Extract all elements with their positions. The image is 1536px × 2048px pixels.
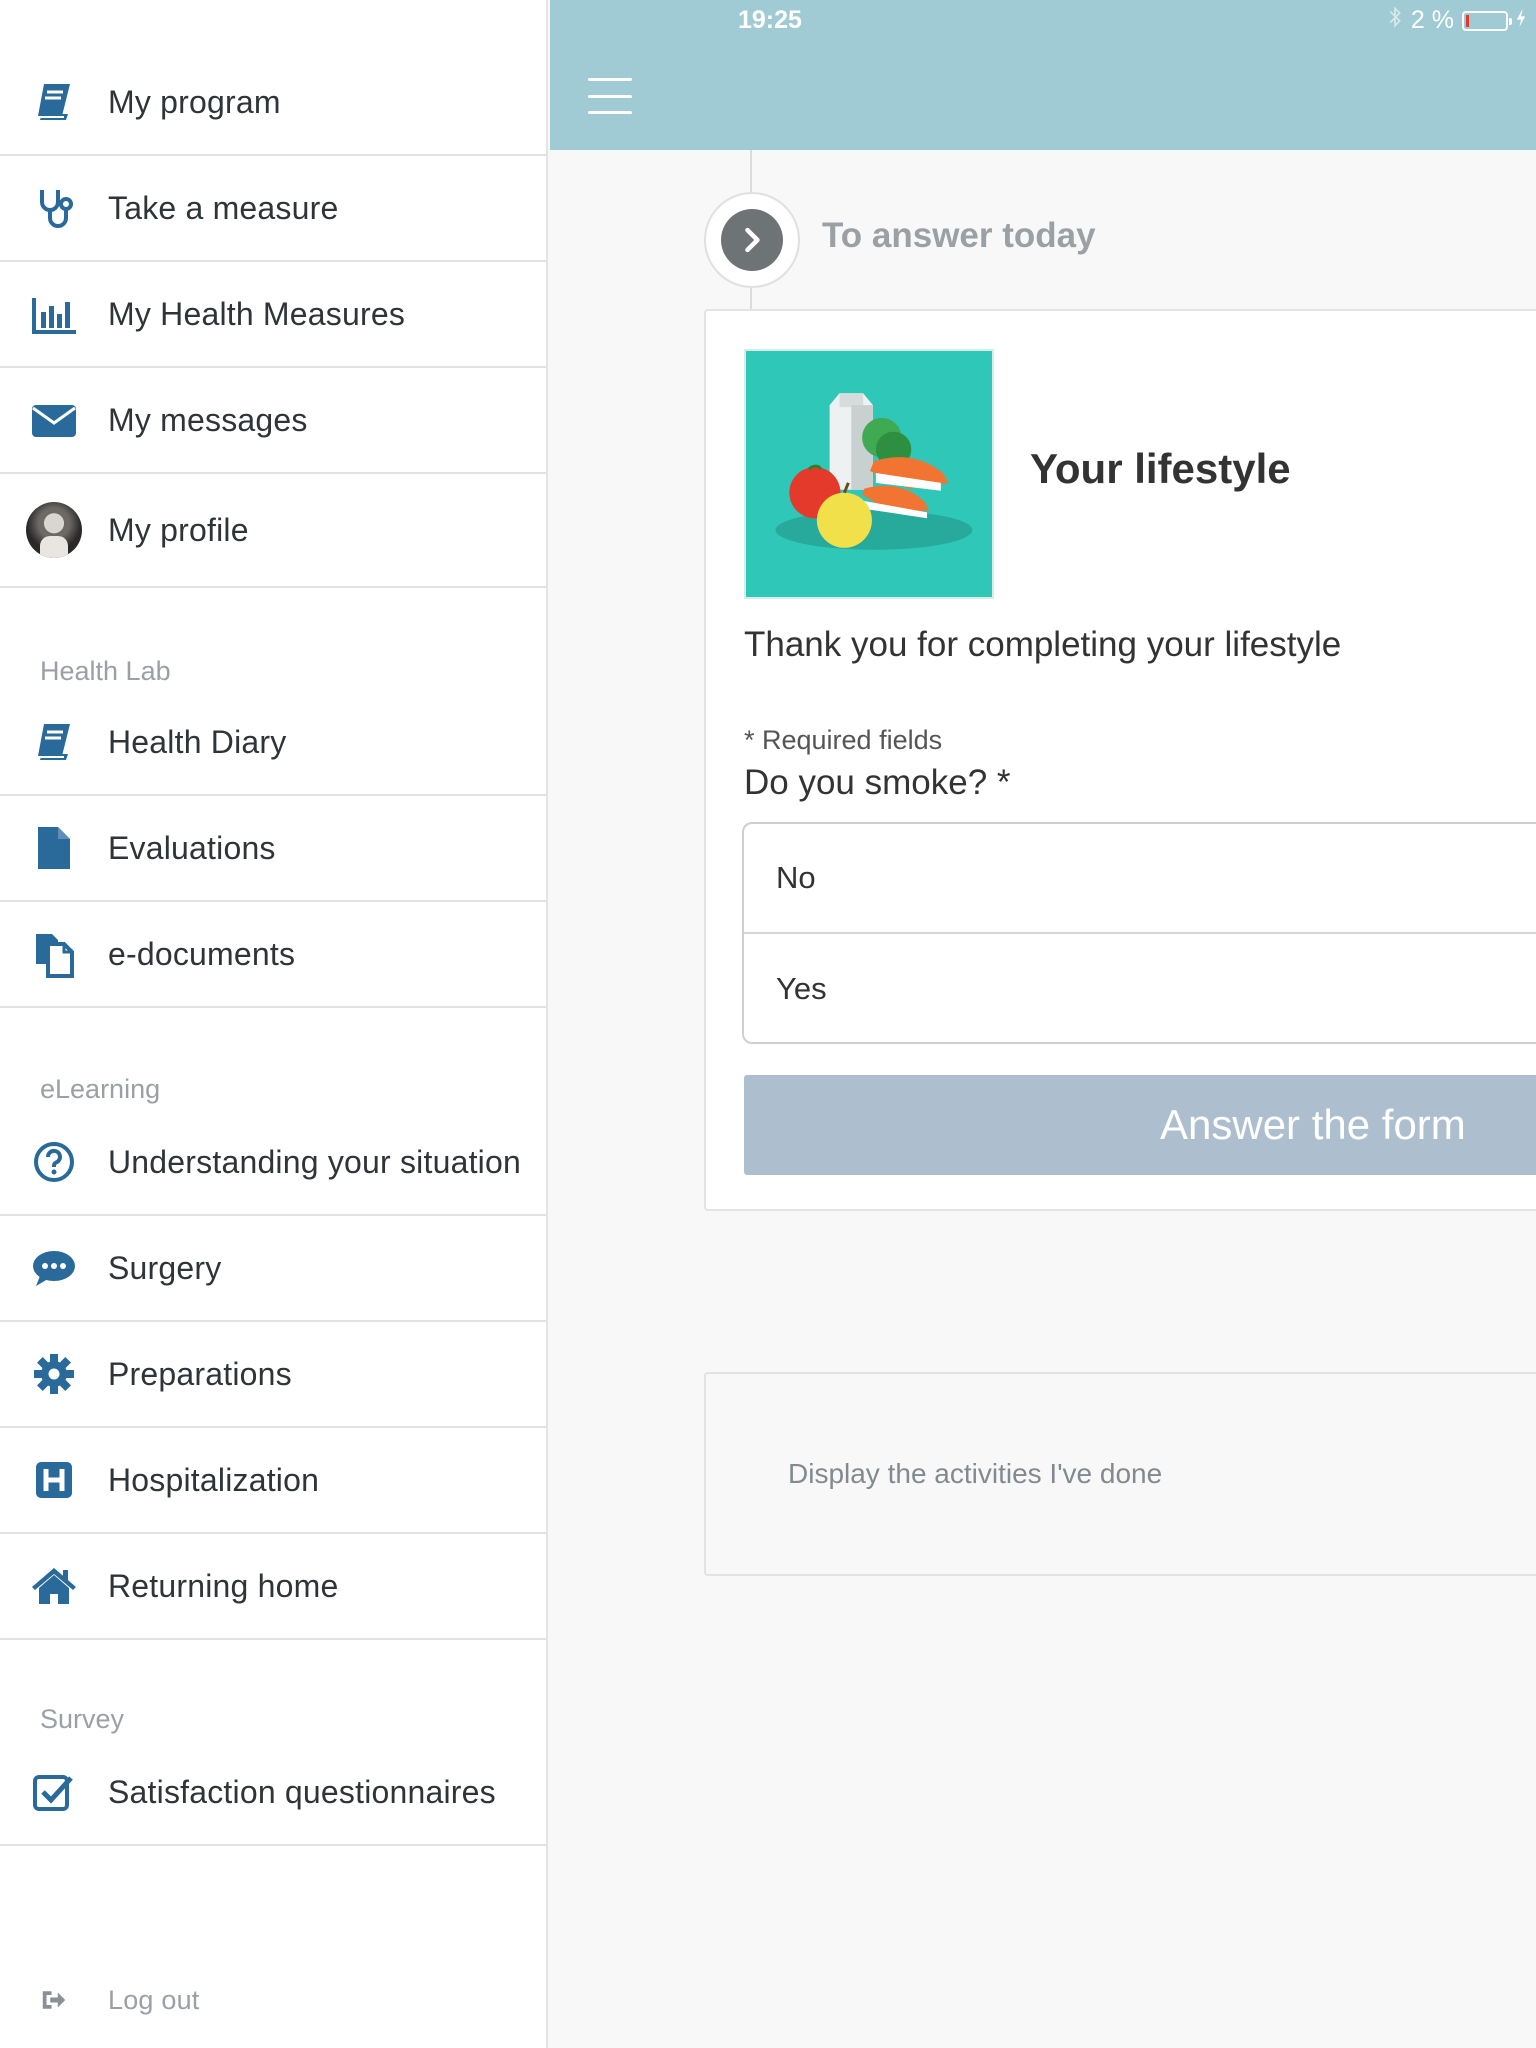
required-fields-note: * Required fields [744, 725, 943, 755]
file-icon [26, 820, 82, 876]
sidebar-item-returning-home[interactable]: Returning home [0, 1534, 548, 1640]
sidebar-item-label: Returning home [108, 1567, 339, 1604]
activities-card: Display the activities I've done [704, 1372, 1536, 1576]
book-icon [26, 714, 82, 770]
avatar [26, 502, 82, 558]
chat-bubble-icon [26, 1240, 82, 1296]
sidebar-item-my-profile[interactable]: My profile [0, 474, 548, 588]
section-title-elearning: eLearning [40, 1074, 161, 1104]
sidebar-item-take-a-measure[interactable]: Take a measure [0, 156, 548, 262]
answer-form-button[interactable]: Answer the form [744, 1075, 1536, 1175]
sidebar-item-label: My program [108, 83, 281, 120]
logout-button[interactable]: Log out [0, 1952, 548, 2048]
sidebar-item-my-messages[interactable]: My messages [0, 368, 548, 474]
stethoscope-icon [26, 180, 82, 236]
sidebar-item-label: Satisfaction questionnaires [108, 1773, 496, 1810]
section-title-survey: Survey [40, 1704, 125, 1734]
question-circle-icon [26, 1134, 82, 1190]
documents-icon [26, 926, 82, 982]
option-no[interactable]: No [744, 824, 1536, 934]
envelope-icon [26, 392, 82, 448]
charging-icon [1516, 6, 1526, 35]
status-time: 19:25 [738, 6, 802, 34]
display-activities-link[interactable]: Display the activities I've done [788, 1458, 1162, 1490]
sidebar-item-understanding-your-situation[interactable]: Understanding your situation [0, 1110, 548, 1216]
section-title-health-lab: Health Lab [40, 656, 171, 686]
question-label: Do you smoke? * [744, 763, 1011, 802]
logout-label: Log out [108, 1984, 200, 2015]
sidebar-item-label: My messages [108, 401, 308, 438]
sidebar-item-label: Surgery [108, 1249, 222, 1286]
book-icon [26, 74, 82, 130]
sidebar-item-surgery[interactable]: Surgery [0, 1216, 548, 1322]
sidebar-item-evaluations[interactable]: Evaluations [0, 796, 548, 902]
gear-icon [26, 1346, 82, 1402]
sidebar-item-label: My profile [108, 511, 249, 548]
sidebar-item-label: Health Diary [108, 723, 287, 760]
sidebar-item-label: e-documents [108, 935, 296, 972]
top-bar: 19:25 2 % [550, 0, 1536, 150]
battery-icon [1462, 10, 1512, 31]
sidebar-item-label: Take a measure [108, 189, 339, 226]
lifestyle-illustration [744, 349, 994, 599]
sidebar-item-health-diary[interactable]: Health Diary [0, 690, 548, 796]
sidebar-item-my-health-measures[interactable]: My Health Measures [0, 262, 548, 368]
sidebar: My program Take a measure My Health Meas… [0, 0, 548, 2048]
card-title: Your lifestyle [1030, 445, 1291, 492]
hospital-icon [26, 1452, 82, 1508]
chevron-right-icon [721, 209, 783, 271]
sidebar-item-hospitalization[interactable]: Hospitalization [0, 1428, 548, 1534]
sidebar-item-e-documents[interactable]: e-documents [0, 902, 548, 1008]
card-description: Thank you for completing your lifestyle [744, 625, 1342, 664]
status-indicators: 2 % [1387, 6, 1526, 35]
bluetooth-icon [1387, 6, 1403, 35]
home-icon [26, 1558, 82, 1614]
timeline-marker [704, 192, 800, 288]
bar-chart-icon [26, 286, 82, 342]
sidebar-item-label: Hospitalization [108, 1461, 320, 1498]
sidebar-item-satisfaction-questionnaires[interactable]: Satisfaction questionnaires [0, 1740, 548, 1846]
sidebar-item-label: Evaluations [108, 829, 276, 866]
sidebar-item-my-program[interactable]: My program [0, 50, 548, 156]
sidebar-item-preparations[interactable]: Preparations [0, 1322, 548, 1428]
sidebar-item-label: Understanding your situation [108, 1143, 521, 1180]
section-heading: To answer today [822, 216, 1096, 255]
checkbox-icon [26, 1764, 82, 1820]
sidebar-item-label: Preparations [108, 1355, 292, 1392]
sidebar-item-label: My Health Measures [108, 295, 406, 332]
logout-icon [26, 1972, 82, 2028]
battery-percent: 2 % [1410, 6, 1454, 34]
hamburger-menu-icon[interactable] [588, 78, 632, 114]
option-yes[interactable]: Yes [744, 934, 1536, 1042]
form-card: Your lifestyle Thank you for completing … [704, 309, 1536, 1211]
answer-options: No Yes [742, 822, 1536, 1044]
